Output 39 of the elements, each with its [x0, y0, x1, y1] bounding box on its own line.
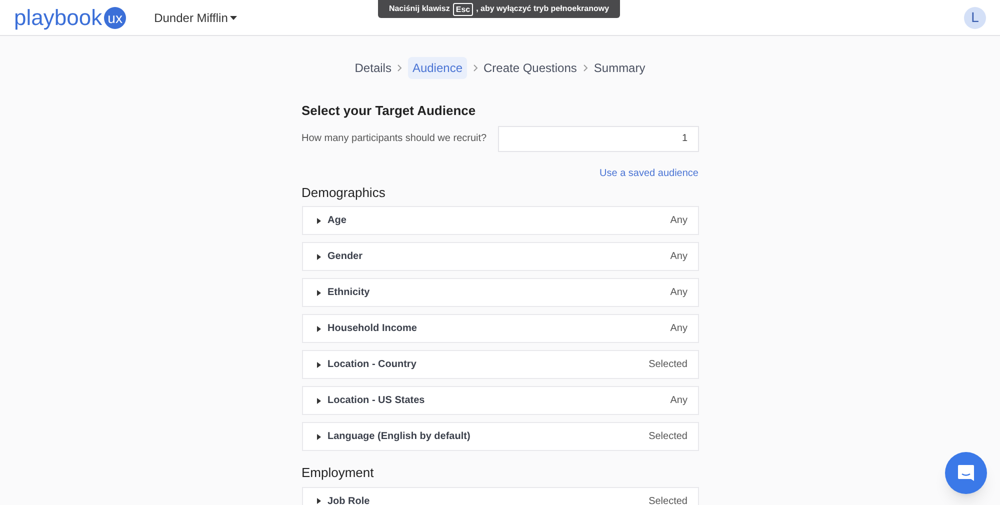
- step-tab[interactable]: Summary: [594, 57, 646, 79]
- toast-text: , aby wyłączyć tryb pełnoekranowy: [476, 3, 610, 15]
- filter-row[interactable]: Job Role Selected: [302, 486, 698, 505]
- toast-text: Naciśnij klawisz: [388, 3, 450, 15]
- step-tab[interactable]: Audience: [408, 57, 466, 79]
- caret-icon: [316, 362, 322, 368]
- chat-icon: [956, 463, 976, 483]
- filter-row[interactable]: Ethnicity Any: [302, 278, 698, 307]
- participants-input[interactable]: 1: [498, 126, 698, 152]
- chevron-right-icon: [472, 64, 478, 72]
- saved-audience-link[interactable]: Use a saved audience: [600, 166, 698, 180]
- avatar[interactable]: L: [964, 6, 986, 28]
- caret-icon: [316, 434, 322, 440]
- filter-row[interactable]: Household Income Any: [302, 314, 698, 343]
- caret-icon: [316, 254, 322, 260]
- workspace-dropdown[interactable]: Dunder Mifflin: [154, 8, 237, 26]
- caret-icon: [316, 498, 322, 504]
- chat-button[interactable]: [945, 452, 987, 494]
- esc-key: Esc: [452, 2, 474, 16]
- caret-icon: [316, 398, 322, 404]
- section-title: Employment: [302, 464, 375, 482]
- chevron-right-icon: [582, 64, 588, 72]
- chevron-right-icon: [397, 64, 402, 72]
- filter-row[interactable]: Location - Country Selected: [302, 350, 698, 379]
- filter-row[interactable]: Location - US States Any: [302, 386, 698, 415]
- page-title: Select your Target Audience: [302, 102, 477, 120]
- logo-badge: ux: [104, 6, 126, 28]
- filter-row[interactable]: Age Any: [302, 206, 698, 235]
- filter-row[interactable]: Language (English by default) Selected: [302, 422, 698, 451]
- step-tab[interactable]: Create Questions: [484, 57, 577, 79]
- caret-icon: [316, 218, 322, 224]
- step-tab[interactable]: Details: [354, 57, 392, 79]
- logo-text: playbook: [14, 6, 102, 28]
- participants-label: How many participants should we recruit?: [302, 132, 488, 146]
- caret-icon: [316, 326, 322, 332]
- caret-icon: [230, 16, 237, 20]
- filter-row[interactable]: Gender Any: [302, 242, 698, 271]
- caret-icon: [316, 290, 322, 296]
- section-title: Demographics: [302, 184, 386, 202]
